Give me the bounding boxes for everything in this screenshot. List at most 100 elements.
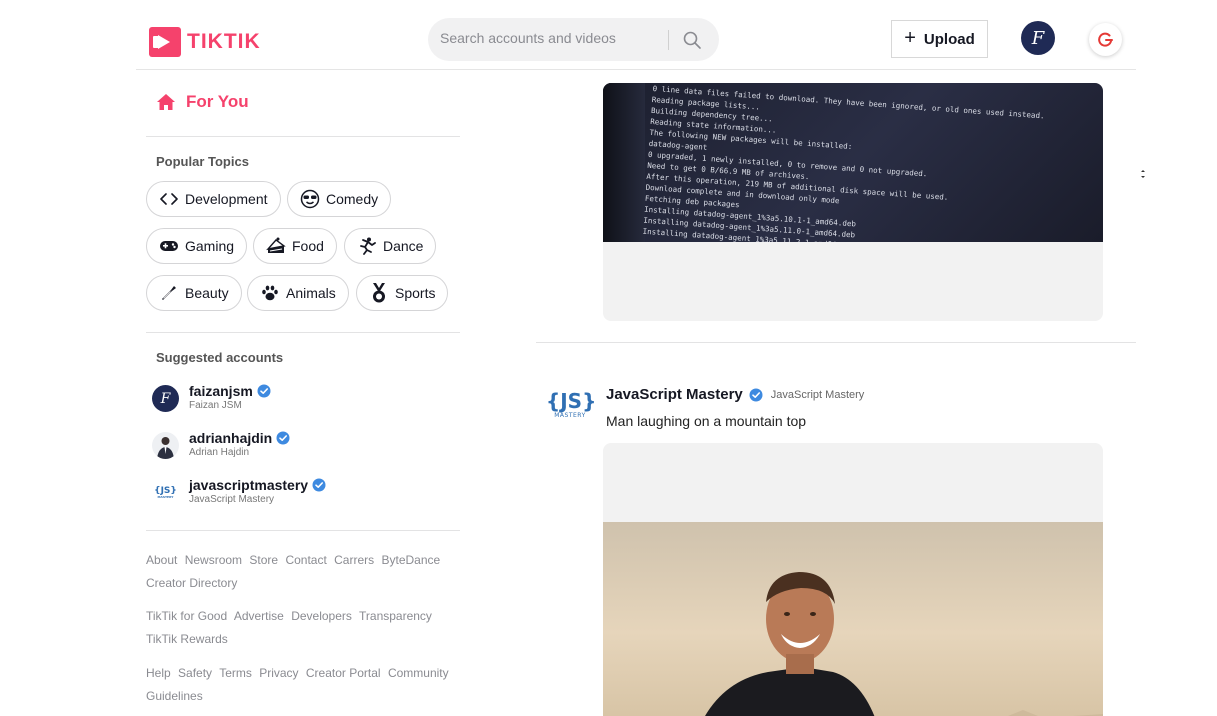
post-author[interactable]: JavaScript Mastery JavaScript Mastery <box>606 386 864 403</box>
search-divider <box>668 30 669 50</box>
feed-divider <box>536 342 1136 343</box>
for-you-link[interactable]: For You <box>156 92 249 112</box>
gamepad-icon <box>159 236 179 256</box>
sidebar-divider <box>146 136 460 137</box>
topic-label: Gaming <box>185 238 235 254</box>
code-icon <box>159 189 179 209</box>
topic-development[interactable]: Development <box>146 181 281 217</box>
video-thumbnail: 0 line data files failed to download. Th… <box>603 83 1103 242</box>
footer-link[interactable]: Creator Portal <box>306 666 381 680</box>
sidebar-divider <box>146 530 460 531</box>
logout-icon <box>1097 32 1113 47</box>
topic-label: Food <box>292 238 324 254</box>
footer-link[interactable]: ByteDance <box>382 553 441 567</box>
logo-icon <box>149 27 181 57</box>
suggested-accounts-title: Suggested accounts <box>156 350 284 365</box>
footer-link[interactable]: Help <box>146 666 171 680</box>
account-display-name: Faizan JSM <box>189 400 242 411</box>
search-bar <box>428 18 719 61</box>
topic-food[interactable]: Food <box>253 228 337 264</box>
dancer-icon <box>357 236 377 256</box>
footer-link[interactable]: About <box>146 553 177 567</box>
video-thumbnail <box>603 522 1103 716</box>
topic-beauty[interactable]: Beauty <box>146 275 242 311</box>
video-feed: 0 line data files failed to download. Th… <box>536 70 1136 716</box>
topic-label: Comedy <box>326 191 379 207</box>
for-you-label: For You <box>186 92 249 111</box>
topic-label: Development <box>185 191 268 207</box>
avatar-logo-subtext: MASTERY <box>554 412 586 419</box>
logo[interactable]: TIKTIK <box>149 27 261 57</box>
upload-button[interactable]: + Upload <box>891 20 988 58</box>
account-faizanjsm[interactable]: F faizanjsm Faizan JSM <box>152 383 271 419</box>
avatar <box>152 432 179 459</box>
account-username: javascriptmastery <box>189 477 309 493</box>
logo-text: TIKTIK <box>187 30 261 53</box>
screen-bezel <box>603 83 645 242</box>
topic-label: Dance <box>383 238 424 254</box>
post-author-name: JavaScript Mastery <box>606 386 743 403</box>
footer-link[interactable]: Carrers <box>334 553 374 567</box>
terminal-text: 0 line data files failed to download. Th… <box>642 83 1103 242</box>
sidebar: For You Popular Topics Development Comed… <box>146 70 460 716</box>
upload-label: Upload <box>923 30 975 48</box>
verified-icon <box>257 384 271 398</box>
footer-link[interactable]: Transparency <box>359 609 432 623</box>
topic-label: Sports <box>395 285 436 301</box>
account-display-name: JavaScript Mastery <box>189 494 275 505</box>
account-display-name: Adrian Hajdin <box>189 447 250 458</box>
footer-link[interactable]: TikTik Rewards <box>146 632 228 646</box>
logout-button[interactable] <box>1089 23 1122 56</box>
verified-icon <box>276 431 290 445</box>
account-username: faizanjsm <box>189 383 253 399</box>
footer-links-group-1: About Newsroom Store Contact Carrers Byt… <box>146 549 460 595</box>
makeup-icon <box>159 283 179 303</box>
cake-icon <box>266 236 286 256</box>
topic-comedy[interactable]: Comedy <box>287 181 392 217</box>
search-input[interactable] <box>440 30 660 46</box>
home-icon <box>157 94 175 110</box>
user-avatar[interactable]: F <box>1021 21 1055 55</box>
sidebar-divider <box>146 332 460 333</box>
footer-link[interactable]: Newsroom <box>185 553 242 567</box>
footer-link[interactable]: Contact <box>285 553 326 567</box>
avatar: F <box>152 385 179 412</box>
topic-sports[interactable]: Sports <box>356 275 449 311</box>
video-card[interactable] <box>603 443 1103 716</box>
footer-link[interactable]: Advertise <box>234 609 284 623</box>
footer-link[interactable]: Safety <box>178 666 212 680</box>
search-icon[interactable] <box>682 30 702 50</box>
sunglasses-emoji-icon <box>300 189 320 209</box>
topic-label: Beauty <box>185 285 229 301</box>
topic-dance[interactable]: Dance <box>344 228 437 264</box>
verified-icon <box>312 478 326 492</box>
footer-link[interactable]: Developers <box>291 609 352 623</box>
footer-link[interactable]: Terms <box>219 666 252 680</box>
js-mastery-logo-icon: {JS} MASTERY <box>152 479 179 506</box>
video-card[interactable]: 0 line data files failed to download. Th… <box>603 83 1103 321</box>
plus-icon: + <box>904 27 916 49</box>
post-caption: Man laughing on a mountain top <box>606 413 807 429</box>
verified-icon <box>749 388 763 401</box>
top-navbar: TIKTIK + Upload F <box>136 0 1136 70</box>
js-mastery-logo-icon[interactable]: {JS} MASTERY <box>546 389 597 430</box>
footer-links-group-3: Help Safety Terms Privacy Creator Portal… <box>146 662 460 708</box>
topic-label: Animals <box>286 285 336 301</box>
post-author-subname: JavaScript Mastery <box>770 388 865 401</box>
account-adrianhajdin[interactable]: adrianhajdin Adrian Hajdin <box>152 430 290 466</box>
topic-gaming[interactable]: Gaming <box>146 228 248 264</box>
man-laughing-image <box>603 522 1103 716</box>
footer-link[interactable]: Creator Directory <box>146 576 237 590</box>
footer-link[interactable]: TikTik for Good <box>146 609 227 623</box>
popular-topics-title: Popular Topics <box>156 154 249 169</box>
paw-icon <box>260 283 280 303</box>
medal-icon <box>369 283 389 303</box>
scroll-indicator-icon[interactable] <box>1139 166 1147 182</box>
account-username: adrianhajdin <box>189 430 273 446</box>
footer-link[interactable]: Privacy <box>259 666 298 680</box>
footer-link[interactable]: Store <box>249 553 278 567</box>
avatar-logo-text: {JS} <box>546 389 597 413</box>
topic-animals[interactable]: Animals <box>247 275 349 311</box>
footer-links-group-2: TikTik for Good Advertise Developers Tra… <box>146 605 460 651</box>
account-javascriptmastery[interactable]: {JS} MASTERY javascriptmastery JavaScript… <box>152 477 326 513</box>
